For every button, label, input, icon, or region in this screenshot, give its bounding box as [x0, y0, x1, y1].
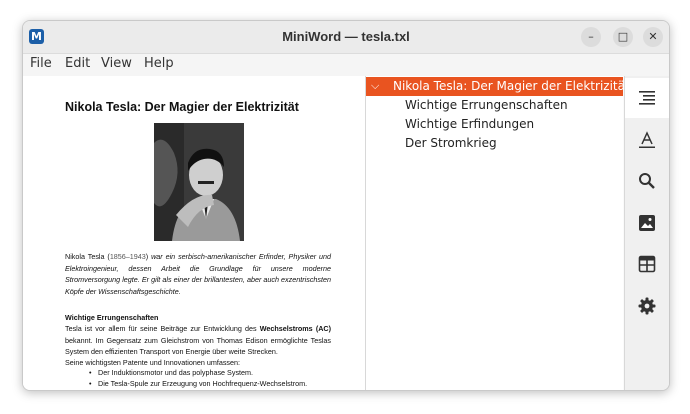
text-format-icon — [639, 131, 655, 148]
maximize-button[interactable]: □ — [613, 27, 633, 47]
achievements-paragraph: Tesla ist vor allem für seine Beiträge z… — [65, 324, 331, 356]
image-button[interactable] — [625, 203, 669, 243]
close-button[interactable]: ✕ — [643, 27, 663, 47]
outline-icon — [639, 91, 655, 105]
right-toolbar — [624, 76, 669, 390]
image-icon — [639, 215, 655, 231]
bio-name: Nikola Tesla ( — [65, 252, 110, 261]
text-format-button[interactable] — [625, 120, 669, 160]
menu-edit[interactable]: Edit — [65, 56, 90, 71]
menu-bar: File Edit View Help — [23, 54, 669, 76]
document-title: Nikola Tesla: Der Magier der Elektrizitä… — [65, 100, 299, 114]
window-title: MiniWord — tesla.txl — [282, 29, 410, 44]
title-bar[interactable]: M MiniWord — tesla.txl – □ ✕ — [23, 21, 669, 54]
outline-item-errungenschaften[interactable]: Wichtige Errungenschaften — [405, 98, 568, 112]
minimize-button[interactable]: – — [581, 27, 601, 47]
list-item: Die Tesla-Spule zur Erzeugung von Hochfr… — [89, 379, 338, 390]
outline-button[interactable] — [625, 78, 669, 118]
outline-root-label: Nikola Tesla: Der Magier der Elektrizitä… — [393, 79, 630, 93]
list-item: Der Induktionsmotor und das polyphase Sy… — [89, 368, 338, 379]
menu-view[interactable]: View — [101, 56, 132, 71]
chevron-down-icon[interactable]: ⌵ — [371, 79, 379, 93]
bio-years: 1856–1943 — [109, 252, 146, 261]
outline-panel: ⌵ Nikola Tesla: Der Magier der Elektrizi… — [366, 76, 630, 390]
gear-icon — [638, 297, 656, 315]
menu-help[interactable]: Help — [144, 56, 174, 71]
table-icon — [638, 255, 656, 273]
search-icon — [639, 173, 655, 189]
app-window: M MiniWord — tesla.txl – □ ✕ File Edit V… — [22, 20, 670, 391]
search-button[interactable] — [625, 161, 669, 201]
settings-button[interactable] — [625, 286, 669, 326]
list-intro: Seine wichtigsten Patente und Innovation… — [65, 358, 241, 367]
outline-root-item[interactable]: ⌵ Nikola Tesla: Der Magier der Elektrizi… — [366, 77, 630, 96]
tesla-portrait-image — [154, 123, 244, 241]
menu-file[interactable]: File — [30, 56, 52, 71]
innovations-list: Der Induktionsmotor und das polyphase Sy… — [89, 368, 338, 390]
table-button[interactable] — [625, 244, 669, 284]
outline-item-erfindungen[interactable]: Wichtige Erfindungen — [405, 117, 534, 131]
bio-paragraph: Nikola Tesla (1856–1943) war ein serbisc… — [65, 251, 331, 297]
outline-item-stromkrieg[interactable]: Der Stromkrieg — [405, 136, 497, 150]
document-editor[interactable]: Nikola Tesla: Der Magier der Elektrizitä… — [23, 76, 365, 390]
achievements-heading: Wichtige Errungenschaften — [65, 313, 159, 322]
